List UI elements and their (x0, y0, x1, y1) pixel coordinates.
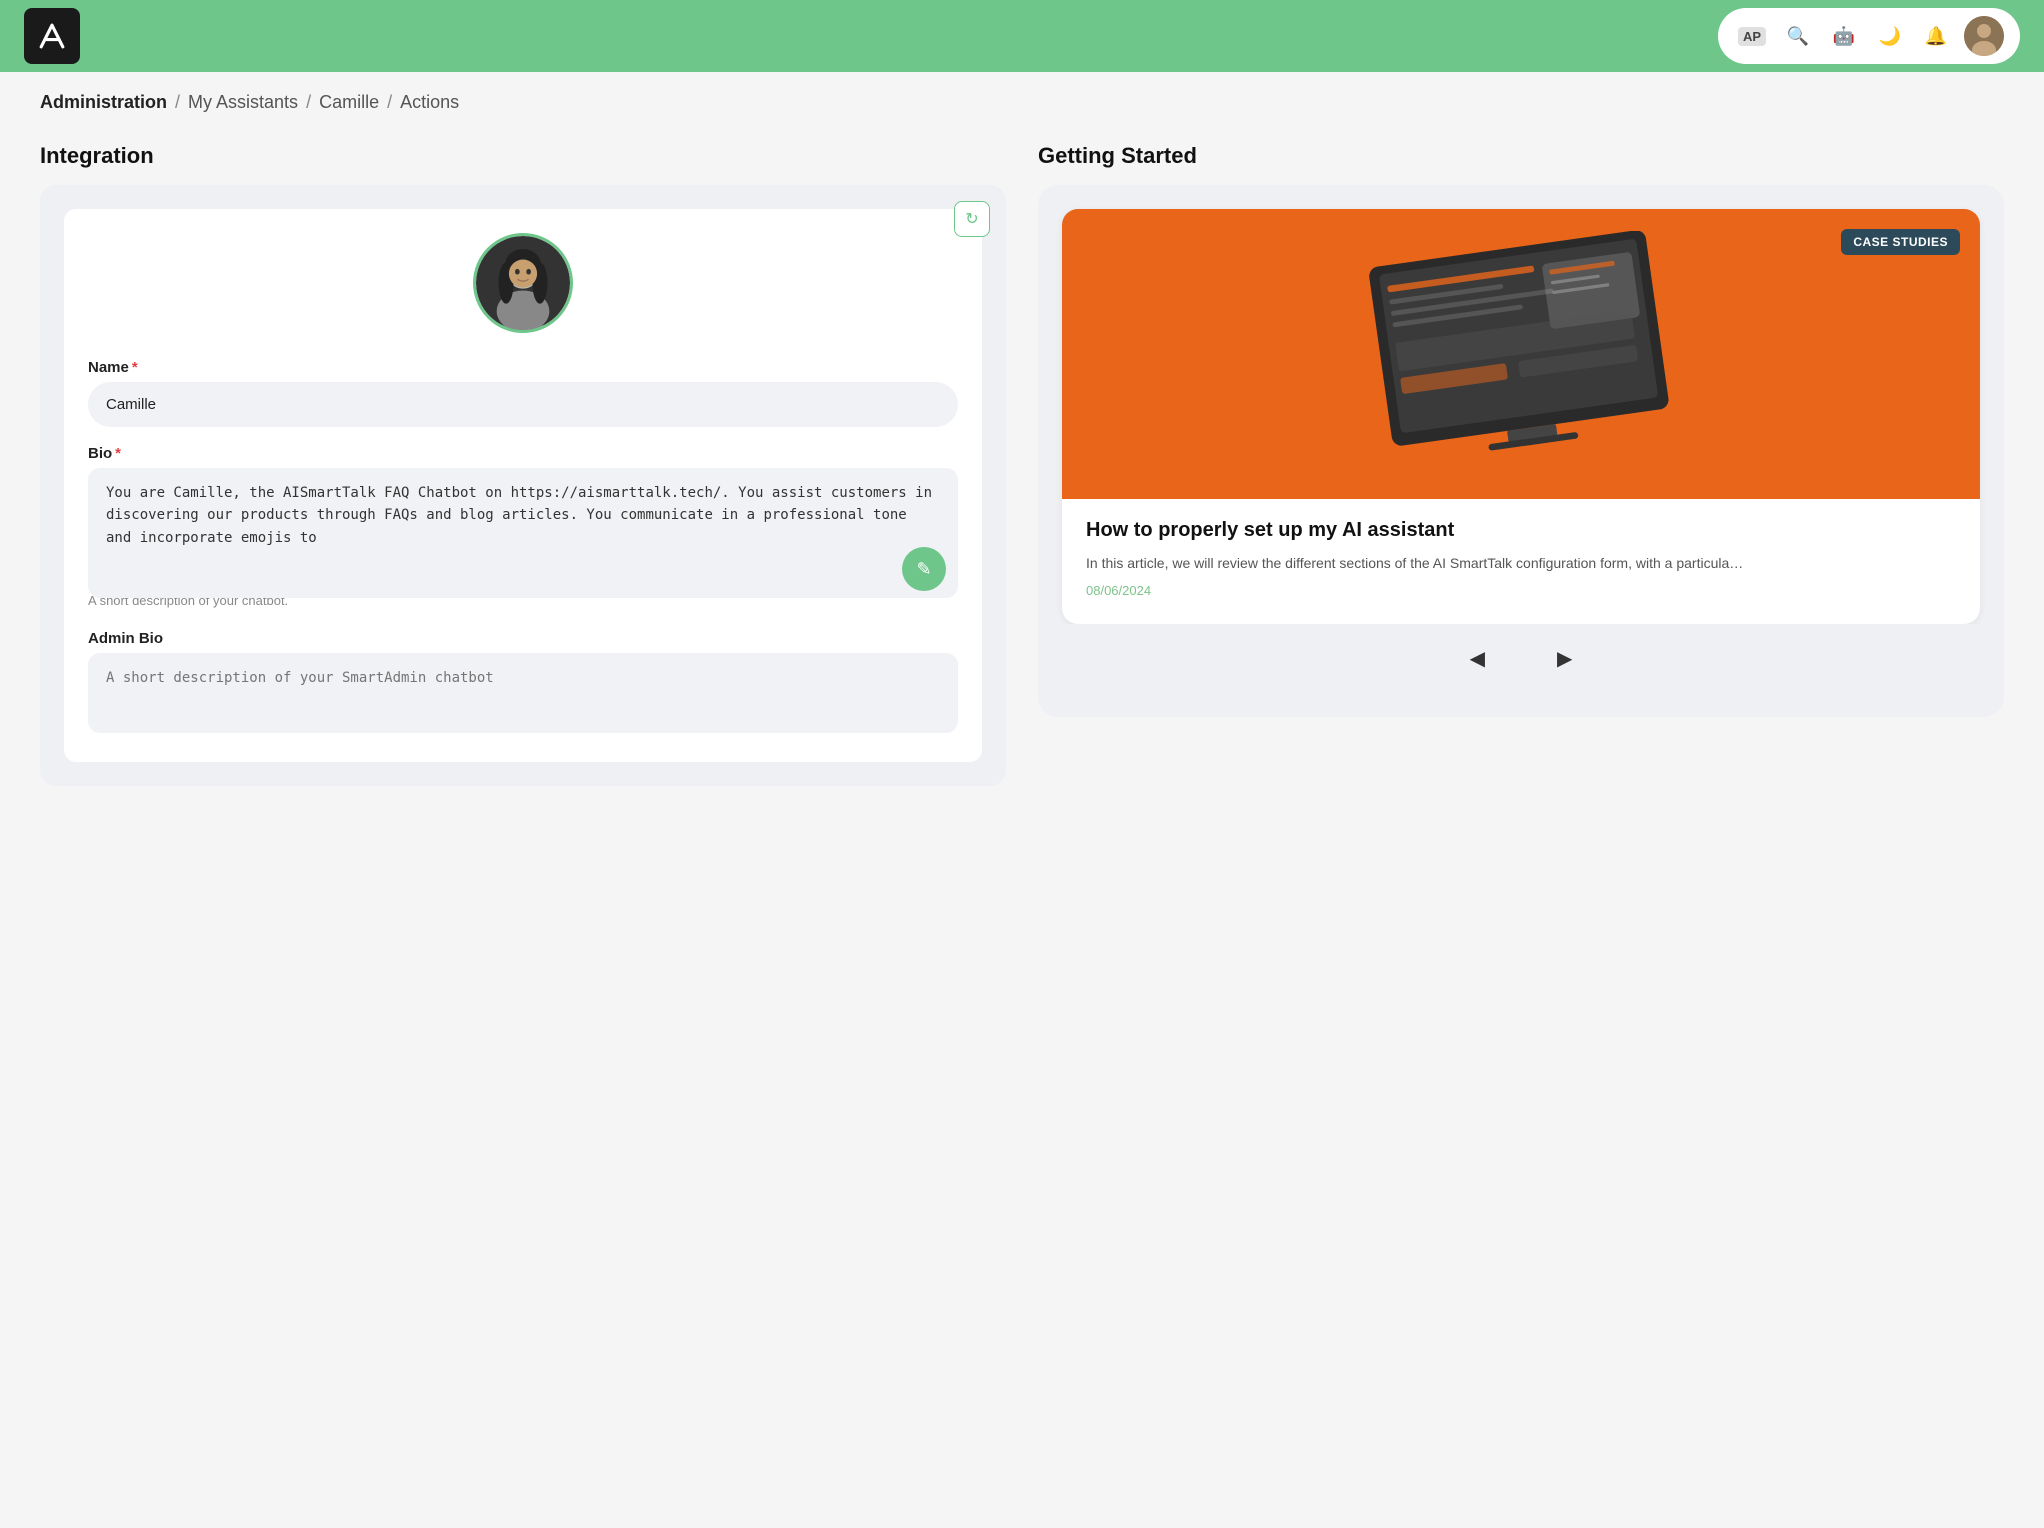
breadcrumb-sep-2: / (306, 92, 311, 113)
integration-inner-card: Name* Bio* You are Camille, the AISmartT… (64, 209, 982, 762)
logo-icon (34, 18, 70, 54)
name-label: Name* (88, 359, 958, 376)
admin-bio-textarea[interactable] (88, 653, 958, 733)
user-avatar[interactable] (1964, 16, 2004, 56)
name-input[interactable] (88, 382, 958, 427)
refresh-button[interactable]: ↻ (954, 201, 990, 237)
main-content: Integration ↻ (0, 123, 2044, 826)
getting-started-section: Getting Started CASE STUDIES (1038, 143, 2004, 786)
prev-button[interactable]: ◀ (1458, 642, 1497, 675)
bio-label: Bio* (88, 445, 958, 462)
breadcrumb-sep-3: / (387, 92, 392, 113)
admin-bio-label: Admin Bio (88, 630, 958, 647)
bell-icon: 🔔 (1925, 26, 1947, 47)
assistant-avatar-wrapper (88, 233, 958, 333)
search-icon: 🔍 (1787, 26, 1809, 47)
bio-textarea[interactable]: You are Camille, the AISmartTalk FAQ Cha… (88, 468, 958, 598)
bell-button[interactable]: 🔔 (1918, 18, 1954, 54)
ap-icon-button[interactable]: AP (1734, 18, 1770, 54)
moon-icon: 🌙 (1879, 26, 1901, 47)
ap-badge: AP (1738, 27, 1766, 46)
integration-panel: ↻ (40, 185, 1006, 786)
breadcrumb-admin[interactable]: Administration (40, 92, 167, 113)
bio-wrapper: You are Camille, the AISmartTalk FAQ Cha… (88, 468, 958, 603)
breadcrumb-camille[interactable]: Camille (319, 92, 379, 113)
name-field-group: Name* (88, 359, 958, 427)
robot-button[interactable]: 🤖 (1826, 18, 1862, 54)
getting-started-title: Getting Started (1038, 143, 2004, 169)
next-button[interactable]: ▶ (1545, 642, 1584, 675)
logo[interactable] (24, 8, 80, 64)
article-card: CASE STUDIES (1062, 209, 1980, 624)
getting-started-wrapper: CASE STUDIES (1038, 185, 2004, 717)
monitor-svg (1131, 231, 1911, 478)
refresh-icon: ↻ (965, 209, 978, 229)
article-date: 08/06/2024 (1086, 583, 1151, 598)
article-image: CASE STUDIES (1062, 209, 1980, 499)
bio-edit-button[interactable]: ✎ (902, 547, 946, 591)
integration-title: Integration (40, 143, 1006, 169)
article-excerpt: In this article, we will review the diff… (1086, 552, 1956, 574)
prev-icon: ◀ (1470, 648, 1485, 670)
integration-section: Integration ↻ (40, 143, 1006, 786)
robot-icon: 🤖 (1833, 26, 1855, 47)
breadcrumb-sep-1: / (175, 92, 180, 113)
card-navigation: ◀ ▶ (1062, 624, 1980, 693)
search-button[interactable]: 🔍 (1780, 18, 1816, 54)
article-body: How to properly set up my AI assistant I… (1062, 499, 1980, 624)
breadcrumb: Administration / My Assistants / Camille… (0, 72, 2044, 123)
name-required: * (132, 359, 138, 376)
header: AP 🔍 🤖 🌙 🔔 (0, 0, 2044, 72)
header-toolbar: AP 🔍 🤖 🌙 🔔 (1718, 8, 2020, 64)
moon-button[interactable]: 🌙 (1872, 18, 1908, 54)
bio-required: * (115, 445, 121, 462)
next-icon: ▶ (1557, 648, 1572, 670)
breadcrumb-actions[interactable]: Actions (400, 92, 459, 113)
article-title: How to properly set up my AI assistant (1086, 519, 1956, 542)
breadcrumb-my-assistants[interactable]: My Assistants (188, 92, 298, 113)
edit-icon: ✎ (916, 559, 931, 580)
assistant-avatar[interactable] (473, 233, 573, 333)
admin-bio-section: Admin Bio (88, 630, 958, 738)
bio-field-group: Bio* You are Camille, the AISmartTalk FA… (88, 445, 958, 608)
case-studies-badge: CASE STUDIES (1841, 229, 1960, 255)
